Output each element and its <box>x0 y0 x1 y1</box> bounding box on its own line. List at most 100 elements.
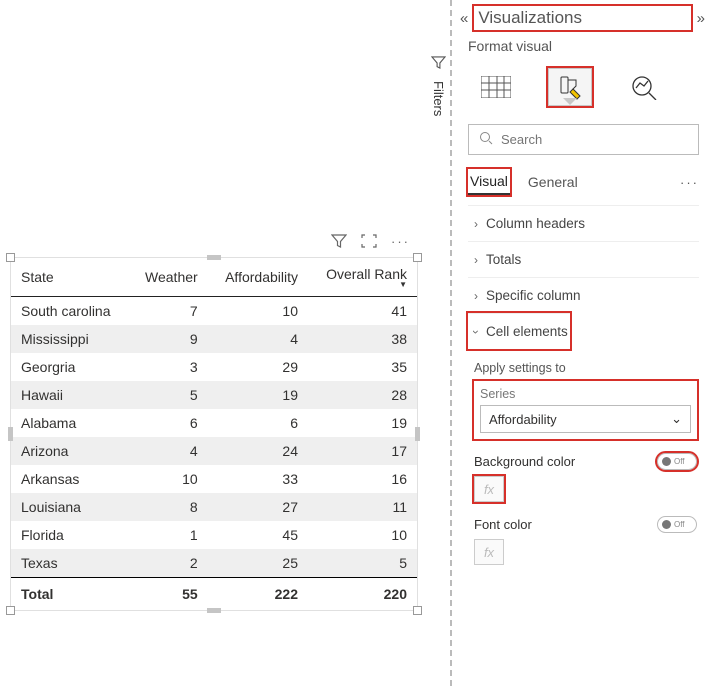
cell: 10 <box>208 297 308 326</box>
cell: Mississippi <box>11 325 129 353</box>
section-label: Cell elements <box>486 324 568 339</box>
cell: Florida <box>11 521 129 549</box>
chevron-down-icon: ⌄ <box>671 411 682 427</box>
series-dropdown[interactable]: Affordability ⌄ <box>480 405 691 433</box>
filter-icon[interactable] <box>331 234 347 251</box>
cell: Arizona <box>11 437 129 465</box>
background-color-label: Background color <box>474 454 575 469</box>
total-affordability: 222 <box>208 578 308 611</box>
tab-more-icon[interactable]: ··· <box>680 175 699 190</box>
toggle-knob <box>662 520 671 529</box>
table-row[interactable]: Mississippi9438 <box>11 325 417 353</box>
series-selector-block: Series Affordability ⌄ <box>474 381 697 439</box>
font-color-fx-button[interactable]: fx <box>474 539 504 565</box>
table-row[interactable]: Georgria32935 <box>11 353 417 381</box>
cell: 41 <box>308 297 417 326</box>
cell: 10 <box>308 521 417 549</box>
cell: Texas <box>11 549 129 578</box>
series-value: Affordability <box>489 412 557 427</box>
search-input[interactable] <box>501 132 688 147</box>
cell: 6 <box>208 409 308 437</box>
search-icon <box>479 131 493 148</box>
cell: 27 <box>208 493 308 521</box>
format-visual-icon[interactable] <box>548 68 592 106</box>
cell: 5 <box>129 381 207 409</box>
table-row[interactable]: Arkansas103316 <box>11 465 417 493</box>
resize-handle[interactable] <box>413 606 422 615</box>
table-row[interactable]: Hawaii51928 <box>11 381 417 409</box>
chevron-down-icon: › <box>469 330 483 334</box>
search-box[interactable] <box>468 124 699 155</box>
filters-label: Filters <box>431 81 446 116</box>
cell: 8 <box>129 493 207 521</box>
cell: 16 <box>308 465 417 493</box>
build-visual-icon[interactable] <box>474 68 518 106</box>
table-row[interactable]: Alabama6619 <box>11 409 417 437</box>
pane-title: Visualizations <box>474 6 690 30</box>
section-specific-column[interactable]: › Specific column <box>468 277 699 313</box>
filters-collapsed-tab[interactable]: Filters <box>428 50 449 154</box>
column-header[interactable]: Affordability <box>208 258 308 297</box>
cell: 6 <box>129 409 207 437</box>
visual-header-toolbar: ··· <box>10 230 418 257</box>
column-header[interactable]: Overall Rank▼ <box>308 258 417 297</box>
focus-mode-icon[interactable] <box>361 234 377 251</box>
section-cell-elements[interactable]: › Cell elements <box>468 313 570 349</box>
visualizations-pane: Filters « Visualizations » Format visual <box>452 0 715 686</box>
toggle-knob <box>662 457 671 466</box>
background-color-fx-button[interactable]: fx <box>474 476 504 502</box>
cell: 29 <box>208 353 308 381</box>
table-row[interactable]: South carolina71041 <box>11 297 417 326</box>
cell: 10 <box>129 465 207 493</box>
filters-icon <box>431 56 446 73</box>
column-header[interactable]: Weather <box>129 258 207 297</box>
more-options-icon[interactable]: ··· <box>391 234 410 251</box>
resize-handle[interactable] <box>8 427 13 441</box>
cell: Hawaii <box>11 381 129 409</box>
chevron-right-icon: › <box>474 289 478 303</box>
analytics-icon[interactable] <box>622 68 666 106</box>
table-row[interactable]: Arizona42417 <box>11 437 417 465</box>
total-overall: 220 <box>308 578 417 611</box>
resize-handle[interactable] <box>413 253 422 262</box>
cell: 17 <box>308 437 417 465</box>
table-row[interactable]: Texas2255 <box>11 549 417 578</box>
cell: 4 <box>208 325 308 353</box>
tab-visual[interactable]: Visual <box>468 169 510 195</box>
cell: Alabama <box>11 409 129 437</box>
resize-handle[interactable] <box>207 608 221 613</box>
cell: Louisiana <box>11 493 129 521</box>
font-color-toggle[interactable]: Off <box>657 516 697 533</box>
section-column-headers[interactable]: › Column headers <box>468 205 699 241</box>
resize-handle[interactable] <box>6 253 15 262</box>
expand-pane-icon[interactable]: » <box>697 10 705 27</box>
toggle-state: Off <box>674 457 685 466</box>
column-header[interactable]: State <box>11 258 129 297</box>
table-container: StateWeatherAffordabilityOverall Rank▼ S… <box>10 257 418 611</box>
resize-handle[interactable] <box>207 255 221 260</box>
tab-general[interactable]: General <box>526 170 580 194</box>
cell: 38 <box>308 325 417 353</box>
cell: 25 <box>208 549 308 578</box>
cell: 7 <box>129 297 207 326</box>
table-visual[interactable]: ··· StateWeatherAffordabilityOverall Ran… <box>10 230 418 611</box>
cell: Georgria <box>11 353 129 381</box>
apply-settings-label: Apply settings to <box>474 361 697 375</box>
cell: 28 <box>308 381 417 409</box>
cell: 24 <box>208 437 308 465</box>
pane-subtitle: Format visual <box>468 34 699 64</box>
report-canvas[interactable]: ··· StateWeatherAffordabilityOverall Ran… <box>0 0 452 686</box>
cell: 2 <box>129 549 207 578</box>
section-label: Totals <box>486 252 521 267</box>
cell-elements-panel: Apply settings to Series Affordability ⌄… <box>468 349 699 573</box>
cell: 35 <box>308 353 417 381</box>
resize-handle[interactable] <box>6 606 15 615</box>
section-totals[interactable]: › Totals <box>468 241 699 277</box>
background-color-toggle[interactable]: Off <box>657 453 697 470</box>
collapse-pane-icon[interactable]: « <box>460 10 468 27</box>
cell: 19 <box>208 381 308 409</box>
table-row[interactable]: Florida14510 <box>11 521 417 549</box>
resize-handle[interactable] <box>415 427 420 441</box>
table-row[interactable]: Louisiana82711 <box>11 493 417 521</box>
cell: 9 <box>129 325 207 353</box>
